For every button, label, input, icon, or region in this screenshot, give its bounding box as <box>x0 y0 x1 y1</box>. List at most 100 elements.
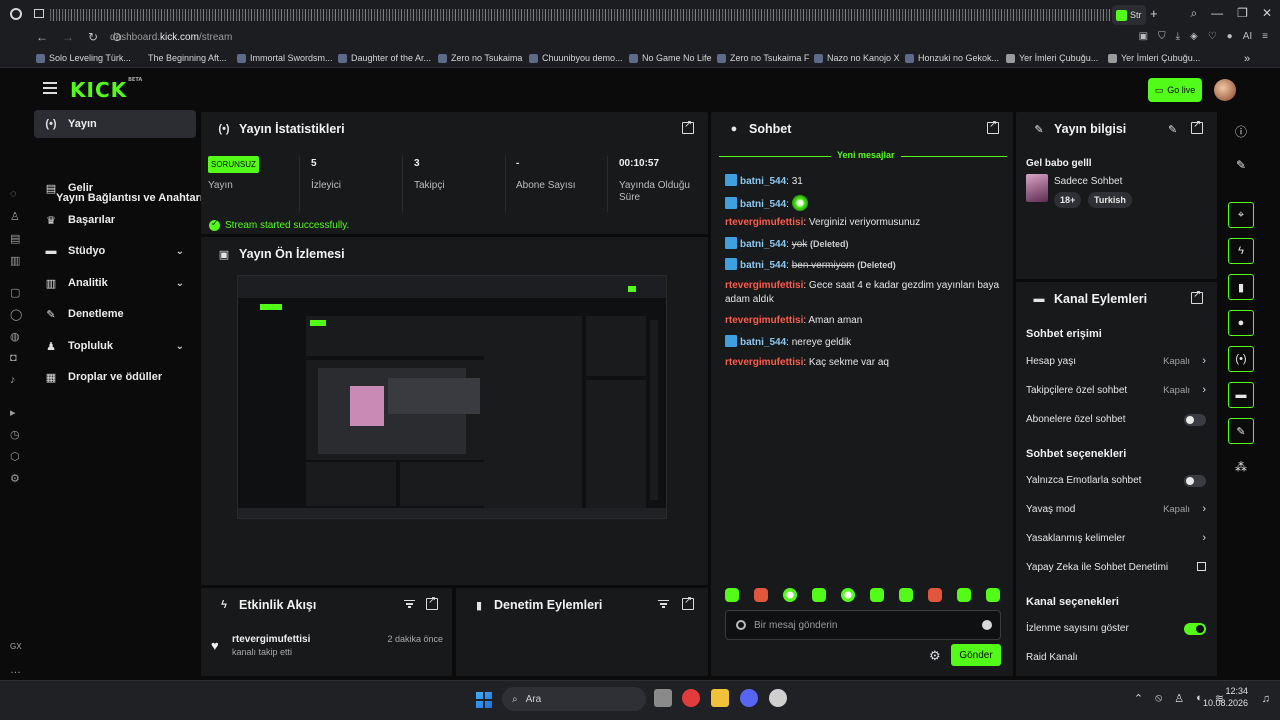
rail-icon[interactable]: ♙ <box>10 210 20 223</box>
broadcast-icon[interactable]: (•) <box>1228 346 1254 372</box>
chat-username[interactable]: rtevergimufettisi <box>725 315 803 326</box>
category-thumbnail[interactable] <box>1026 174 1048 202</box>
tiktok-icon[interactable]: ♪ <box>10 374 16 386</box>
chat-message[interactable]: batni_544: <box>725 195 1005 212</box>
menu-icon[interactable]: ≡ <box>1262 31 1268 42</box>
popout-icon[interactable] <box>1191 289 1203 304</box>
cube-icon[interactable]: ◈ <box>1190 31 1198 42</box>
channel-icon[interactable]: ▬ <box>1228 382 1254 408</box>
chat-username[interactable]: batni_544 <box>740 176 786 187</box>
setting-ai-moderation[interactable]: Yapay Zeka ile Sohbet Denetimi <box>1026 562 1206 578</box>
url-field[interactable]: dashboard.kick.com/stream <box>110 32 232 43</box>
category-name[interactable]: Sadece Sohbet <box>1054 176 1122 187</box>
back-icon[interactable]: ← <box>36 30 48 44</box>
send-button[interactable]: Gönder <box>951 644 1001 666</box>
bookmark-item[interactable]: No Game No Life <box>629 53 712 63</box>
emoji-picker-icon[interactable] <box>982 620 992 630</box>
tab-active[interactable]: Str <box>1112 5 1146 25</box>
chat-message[interactable]: batni_544: nereye geldik <box>725 335 1005 350</box>
emote-icon[interactable] <box>841 588 855 602</box>
emote-icon[interactable] <box>725 588 739 602</box>
chat-bubble-icon[interactable]: ● <box>1228 310 1254 336</box>
filter-icon[interactable] <box>658 600 669 609</box>
history-icon[interactable]: ◷ <box>10 428 20 441</box>
chat-username[interactable]: batni_544 <box>740 199 786 210</box>
taskbar-search[interactable]: ⌕ Ara <box>502 687 646 711</box>
notification-icon[interactable]: ♫ <box>1262 693 1270 705</box>
chat-username[interactable]: rtevergimufettisi <box>725 280 803 291</box>
forward-icon[interactable]: → <box>62 30 74 44</box>
whatsapp-icon[interactable]: ◯ <box>10 308 22 321</box>
setting-account-age[interactable]: Hesap yaşı Kapalı › <box>1026 355 1206 372</box>
shield-icon[interactable]: ⛉ <box>1158 31 1166 42</box>
emotes-only-toggle[interactable] <box>1184 475 1206 487</box>
chat-message[interactable]: batni_544: ben vermiyom (Deleted) <box>725 258 1005 273</box>
bookmark-item[interactable]: Zero no Tsukaima F <box>717 53 809 63</box>
chat-message[interactable]: batni_544: 31 <box>725 174 1005 189</box>
maximize-icon[interactable]: ❐ <box>1237 6 1248 21</box>
chat-username[interactable]: rtevergimufettisi <box>725 357 803 368</box>
instagram-icon[interactable]: ◘ <box>10 352 17 364</box>
file-explorer-icon[interactable] <box>711 689 729 707</box>
bookmark-item[interactable]: Solo Leveling Türk... <box>36 53 131 63</box>
chat-mode-icon[interactable] <box>736 620 746 630</box>
chat-message[interactable]: rtevergimufettisi: Gece saat 4 e kadar g… <box>725 279 1005 307</box>
sidebar-item-droplar[interactable]: ▦ Droplar ve ödüller <box>34 363 196 391</box>
chat-username[interactable]: rtevergimufettisi <box>725 217 803 228</box>
show-viewers-toggle[interactable] <box>1184 623 1206 635</box>
camera-icon[interactable]: ▣ <box>1139 31 1148 42</box>
tray-expand-icon[interactable]: ⌃ <box>1134 692 1143 705</box>
chat-settings-icon[interactable]: ⚙ <box>929 648 941 664</box>
layout-icon[interactable]: ⁂ <box>1228 454 1254 480</box>
settings-icon[interactable]: ⚙ <box>10 472 20 485</box>
bookmarks-overflow-icon[interactable]: » <box>1244 53 1250 65</box>
sidebar-item-denetleme[interactable]: ✎ Denetleme <box>34 300 196 328</box>
chat-message[interactable]: rtevergimufettisi: Verginizi veriyormusu… <box>725 216 1005 230</box>
reload-icon[interactable]: ↻ <box>88 30 98 44</box>
emote-icon[interactable] <box>899 588 913 602</box>
sidebar-item-gelir[interactable]: ▤ Gelir <box>34 174 196 202</box>
filter-icon[interactable] <box>404 600 415 609</box>
chat-message[interactable]: batni_544: yok (Deleted) <box>725 237 1005 252</box>
chat-message[interactable]: rtevergimufettisi: Kaç sekme var aq <box>725 356 1005 370</box>
ai-icon[interactable]: AI <box>1243 31 1252 42</box>
extensions-icon[interactable]: ⬡ <box>10 450 20 463</box>
popout-icon[interactable] <box>1191 119 1203 134</box>
bookmark-item[interactable]: Zero no Tsukaima <box>438 53 522 63</box>
microphone-icon[interactable]: ♙ <box>1174 692 1184 705</box>
bookmark-item[interactable]: Honzuki no Gekok... <box>905 53 999 63</box>
go-live-button[interactable]: ▭ Go live <box>1148 78 1202 102</box>
wrench-icon[interactable]: ✎ <box>1228 418 1254 444</box>
focus-icon[interactable]: ⌖ <box>1228 202 1254 228</box>
sidebar-item-analitik[interactable]: ▥ Analitik ⌄ <box>34 269 196 297</box>
setting-banned-words[interactable]: Yasaklanmış kelimeler › <box>1026 532 1206 549</box>
popout-icon[interactable] <box>682 119 694 134</box>
setting-followers-only[interactable]: Takipçilere özel sohbet Kapalı › <box>1026 384 1206 401</box>
emote-icon[interactable] <box>957 588 971 602</box>
chat-username[interactable]: batni_544 <box>740 239 786 250</box>
more-icon[interactable]: … <box>10 664 21 676</box>
windows-start-icon[interactable] <box>476 692 492 708</box>
volume-icon[interactable]: ◐ <box>1196 692 1203 705</box>
sidebar-item-studyo[interactable]: ▬ Stüdyo ⌄ <box>34 237 196 265</box>
new-tab-icon[interactable]: + <box>1150 6 1158 21</box>
opera-gx-icon[interactable] <box>682 689 700 707</box>
search-tabs-icon[interactable]: ⌕ <box>1190 6 1197 21</box>
avatar[interactable] <box>1214 79 1236 101</box>
rail-icon[interactable]: ◌ <box>10 188 17 200</box>
kick-logo[interactable]: KICKBETA <box>70 77 142 102</box>
hamburger-menu-icon[interactable] <box>43 82 57 94</box>
lightning-icon[interactable]: ϟ <box>1228 238 1254 264</box>
bookmark-item[interactable]: Nazo no Kanojo X <box>814 53 900 63</box>
tab-list-icon[interactable] <box>34 9 44 18</box>
sidebar-item-basarilar[interactable]: ♛ Başarılar <box>34 206 196 234</box>
sidebar-item-topluluk[interactable]: ♟ Topluluk ⌄ <box>34 332 196 360</box>
info-icon[interactable]: ⓘ <box>1228 118 1254 144</box>
emote-icon[interactable] <box>754 588 768 602</box>
bookmark-folder[interactable]: Yer İmleri Çubuğu... <box>1006 53 1098 63</box>
heart-icon[interactable]: ♡ <box>1208 31 1217 42</box>
twitch-icon[interactable]: ▢ <box>10 286 20 299</box>
bookmark-item[interactable]: Immortal Swordsm... <box>237 53 333 63</box>
setting-raid[interactable]: Raid Kanalı <box>1026 652 1206 668</box>
taskbar-clock[interactable]: 12:34 10.08.2026 <box>1203 685 1248 709</box>
